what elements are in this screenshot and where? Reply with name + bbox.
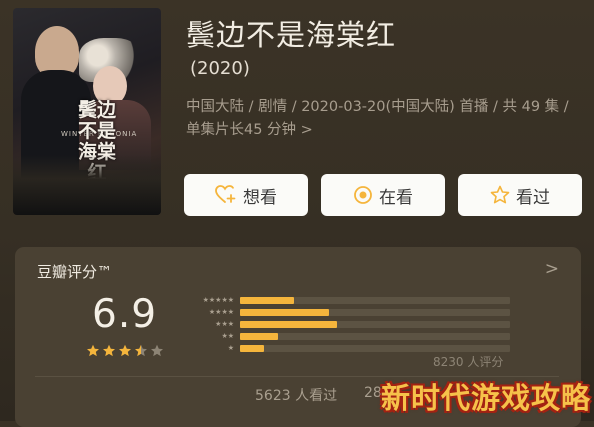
movie-meta[interactable]: 中国大陆 / 剧情 / 2020-03-20(中国大陆) 首播 / 共 49 集… — [186, 96, 582, 142]
movie-meta-text: 中国大陆 / 剧情 / 2020-03-20(中国大陆) 首播 / 共 49 集… — [186, 99, 569, 138]
rating-star-icon — [103, 344, 115, 357]
watched-label: 看过 — [516, 187, 550, 208]
page-title: 鬓边不是海棠红 — [186, 18, 397, 52]
want-to-watch-button[interactable]: 想看 — [184, 174, 308, 216]
distribution-track — [240, 320, 510, 328]
distribution-row: ★ ★ ★ ★ ★ — [180, 294, 510, 306]
distribution-star-label: ★ ★ — [180, 331, 234, 340]
distribution-track — [240, 344, 510, 352]
rating-distribution: ★ ★ ★ ★ ★ ★ ★ ★ ★ ★ ★ ★ ★ ★ ★ — [180, 294, 510, 354]
watching-label: 在看 — [379, 187, 413, 208]
chevron-right-icon: > — [300, 122, 313, 138]
partial-count: 28 — [364, 385, 382, 401]
small-star-icon: ★ — [227, 319, 234, 328]
poster-street-scene — [13, 155, 161, 215]
distribution-star-label: ★ ★ ★ ★ ★ — [180, 295, 234, 304]
distribution-track — [240, 308, 510, 316]
star-outline-icon — [490, 185, 510, 205]
distribution-row: ★ ★ ★ ★ — [180, 306, 510, 318]
rating-star-icon — [87, 344, 99, 357]
rating-score: 6.9 — [92, 292, 158, 337]
rating-star-icon — [135, 344, 147, 357]
watched-button[interactable]: 看过 — [458, 174, 582, 216]
rating-star-icon — [151, 344, 163, 357]
distribution-bar — [240, 320, 338, 328]
distribution-bar — [240, 308, 330, 316]
small-star-icon: ★ — [227, 343, 234, 352]
target-circle-icon — [353, 185, 373, 205]
distribution-star-label: ★ — [180, 343, 234, 352]
watching-button[interactable]: 在看 — [321, 174, 445, 216]
rating-star-icon — [119, 344, 131, 357]
small-star-icon: ★ — [227, 331, 234, 340]
rating-stars — [86, 344, 164, 358]
heart-plus-icon — [215, 185, 237, 205]
release-year: (2020) — [190, 58, 250, 79]
distribution-track — [240, 332, 510, 340]
watched-count: 5623 人看过 — [255, 388, 338, 404]
distribution-star-label: ★ ★ ★ ★ — [180, 307, 234, 316]
distribution-track — [240, 296, 510, 304]
ratings-count[interactable]: 8230 人评分 — [433, 353, 503, 370]
distribution-row: ★ ★ — [180, 330, 510, 342]
distribution-row: ★ ★ ★ — [180, 318, 510, 330]
distribution-bar — [240, 332, 278, 340]
small-star-icon: ★ — [227, 295, 234, 304]
rating-header: 豆瓣评分™ — [37, 263, 113, 281]
want-to-watch-label: 想看 — [243, 187, 277, 208]
distribution-star-label: ★ ★ ★ — [180, 319, 234, 328]
movie-poster[interactable]: WINTER BEGONIA 鬓边不是海棠红 — [13, 8, 161, 215]
distribution-bar — [240, 296, 294, 304]
distribution-bar — [240, 344, 265, 352]
chevron-right-icon[interactable]: > — [545, 259, 559, 279]
watermark: 新时代游戏攻略 — [381, 381, 592, 415]
small-star-icon: ★ — [227, 307, 234, 316]
